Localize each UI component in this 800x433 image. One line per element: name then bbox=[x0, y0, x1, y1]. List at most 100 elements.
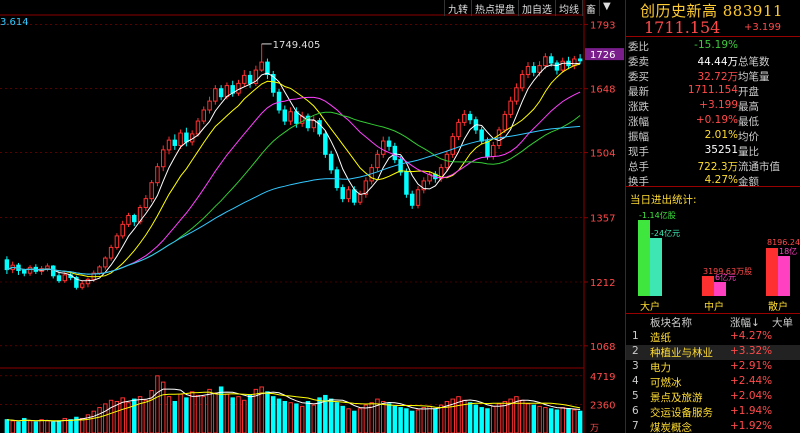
candle-body bbox=[514, 87, 519, 102]
volume-bar bbox=[334, 402, 340, 433]
volume-bar bbox=[39, 419, 44, 433]
sector-row[interactable]: 4 可燃冰 +2.44% bbox=[626, 375, 800, 390]
volume-bar bbox=[247, 394, 253, 433]
volume-bar bbox=[201, 396, 206, 433]
price-tick-label: 1504 bbox=[590, 149, 615, 160]
sector-rank: 6 bbox=[632, 405, 639, 417]
volume-bar bbox=[45, 420, 50, 433]
sector-table-header: 板块名称 涨幅↓ 大单 bbox=[626, 315, 800, 329]
quote-label2: 均价 bbox=[738, 131, 759, 143]
sector-row[interactable]: 7 煤炭概念 +1.92% bbox=[626, 420, 800, 433]
volume-bar bbox=[270, 396, 276, 433]
toolbar-jiuzhuan-button[interactable]: 九转 bbox=[444, 0, 471, 16]
candlestick-chart[interactable]: 1793 1648 1504 1357 1212 1068 1726 1749.405 3.61… bbox=[0, 0, 625, 433]
current-price-label: 1726 bbox=[590, 50, 615, 61]
candle-body bbox=[323, 133, 328, 155]
volume-bar bbox=[108, 399, 114, 433]
toolbar-dropdown-icon[interactable]: ▼ bbox=[599, 0, 614, 16]
quote-label2: 量比 bbox=[738, 146, 759, 158]
flow-bar-shares bbox=[638, 220, 650, 296]
flow-label-amount: -24亿元 bbox=[651, 229, 681, 239]
sector-row[interactable]: 5 景点及旅游 +2.04% bbox=[626, 390, 800, 405]
quote-value: +0.19% bbox=[695, 114, 738, 126]
candle-body bbox=[242, 74, 247, 84]
quote-row: 涨跌 +3.199 最高 bbox=[626, 99, 800, 113]
volume-bar bbox=[398, 407, 403, 433]
volume-bar bbox=[236, 396, 241, 433]
volume-bar bbox=[195, 394, 201, 433]
candle-body bbox=[462, 113, 467, 123]
candle-body bbox=[259, 61, 264, 71]
quote-value: 722.3万 bbox=[697, 161, 738, 173]
candle-body bbox=[160, 149, 166, 168]
volume-bar bbox=[27, 420, 33, 433]
quote-label: 最新 bbox=[628, 86, 649, 98]
candle-body bbox=[467, 113, 473, 121]
price-tick-label: 1357 bbox=[590, 214, 615, 225]
volume-bar bbox=[572, 409, 577, 433]
sector-name: 可燃冰 bbox=[650, 377, 682, 389]
sector-name: 造纸 bbox=[650, 332, 671, 344]
volume-bar bbox=[566, 408, 571, 433]
volume-bar bbox=[299, 405, 305, 433]
toolbar-hotspot-button[interactable]: 热点提盘 bbox=[471, 0, 518, 16]
sector-change: +1.92% bbox=[730, 420, 773, 432]
volume-bar bbox=[427, 405, 432, 433]
volume-bar bbox=[525, 403, 531, 433]
toolbar-add-watchlist-button[interactable]: 加自选 bbox=[518, 0, 555, 16]
toolbar-extra-button[interactable]: 畜 bbox=[582, 0, 599, 16]
sector-bigorder-header[interactable]: 大单 bbox=[772, 315, 793, 330]
candle-body bbox=[276, 91, 282, 111]
volume-bar bbox=[189, 391, 195, 433]
sector-row[interactable]: 6 交运设备服务 +1.94% bbox=[626, 405, 800, 420]
volume-bar bbox=[97, 407, 102, 433]
sector-name: 电力 bbox=[650, 362, 671, 374]
quote-row: 现手 35251 量比 bbox=[626, 144, 800, 158]
sector-change: +2.91% bbox=[730, 360, 773, 372]
volume-tick-label: 2360 bbox=[590, 400, 615, 411]
flow-label-shares: -1.14亿股 bbox=[639, 211, 676, 220]
quote-value: +3.199 bbox=[699, 99, 738, 111]
sector-row[interactable]: 2 种植业与林业 +3.32% bbox=[626, 345, 800, 360]
quote-label2: 最高 bbox=[738, 101, 759, 113]
quote-label2: 开盘 bbox=[738, 86, 759, 98]
price-tick-label: 1212 bbox=[590, 278, 615, 289]
candle-body bbox=[415, 189, 421, 206]
candle-body bbox=[294, 111, 299, 124]
quote-row: 委买 32.72万 均笔量 bbox=[626, 69, 800, 83]
flow-category: 散户 bbox=[768, 302, 788, 313]
sector-rank: 4 bbox=[632, 375, 639, 387]
quote-label: 总手 bbox=[628, 161, 649, 173]
volume-bar bbox=[56, 420, 62, 433]
candle-body bbox=[85, 278, 91, 285]
price-tick-label: 1793 bbox=[590, 20, 615, 31]
candle-body bbox=[381, 140, 386, 155]
volume-bar bbox=[467, 402, 473, 433]
volume-bar bbox=[68, 419, 73, 433]
candle-body bbox=[22, 269, 27, 274]
volume-bar bbox=[178, 393, 183, 433]
candle-body bbox=[247, 74, 253, 84]
candle-body bbox=[114, 235, 120, 248]
volume-bar bbox=[352, 410, 357, 433]
candle-body bbox=[317, 120, 322, 135]
sector-row[interactable]: 3 电力 +2.91% bbox=[626, 360, 800, 375]
quote-value: -15.19% bbox=[694, 39, 738, 51]
volume-bar bbox=[213, 392, 218, 433]
volume-bar bbox=[346, 408, 351, 433]
volume-bar bbox=[207, 388, 212, 433]
candle-body bbox=[502, 113, 508, 131]
sector-change-header[interactable]: 涨幅↓ bbox=[730, 315, 760, 330]
volume-bar bbox=[537, 405, 542, 433]
quote-row: 振幅 2.01% 均价 bbox=[626, 129, 800, 143]
candle-body bbox=[548, 56, 554, 64]
candle-body bbox=[386, 140, 392, 147]
volume-unit-label: 万 bbox=[590, 424, 599, 433]
quote-label: 委比 bbox=[628, 41, 649, 53]
sector-name-header[interactable]: 板块名称 bbox=[650, 315, 692, 330]
sector-row[interactable]: 1 造纸 +4.27% bbox=[626, 330, 800, 345]
sector-name: 景点及旅游 bbox=[650, 392, 703, 404]
quote-label: 振幅 bbox=[628, 131, 649, 143]
volume-bar bbox=[392, 405, 398, 433]
toolbar-ma-button[interactable]: 均线 bbox=[555, 0, 582, 16]
